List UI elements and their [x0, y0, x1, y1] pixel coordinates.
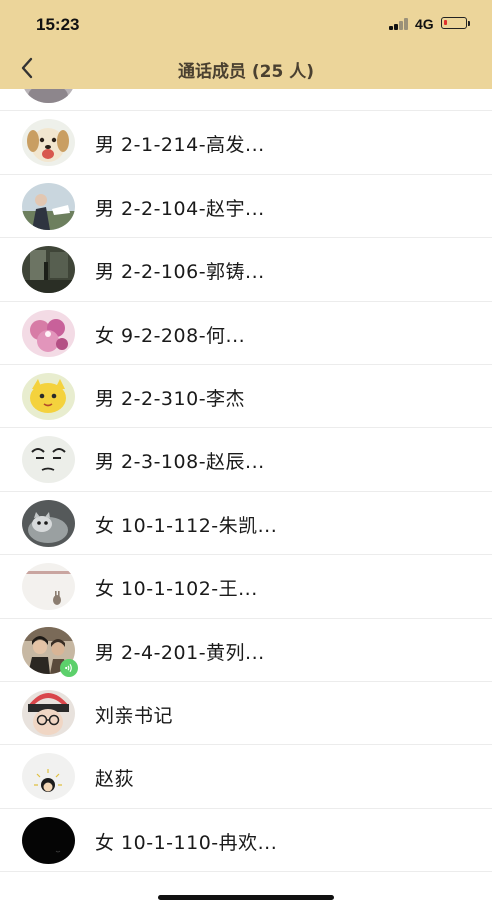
puppy-avatar-icon [22, 119, 75, 167]
member-name: 男 2-2-310-李杰 [95, 387, 246, 410]
member-row[interactable]: 女 10-1-112-朱凯... [0, 492, 492, 556]
member-row[interactable] [0, 89, 492, 112]
grey-face-avatar-icon [22, 89, 75, 103]
member-name: 女 10-1-112-朱凯... [95, 514, 278, 537]
member-name: 男 2-4-201-黄列... [95, 641, 265, 664]
member-row[interactable]: 女 9-2-208-何... [0, 302, 492, 365]
member-name: 男 2-2-106-郭铸... [95, 261, 265, 284]
member-row[interactable]: 男 2-1-214-高发... [0, 111, 492, 175]
member-row[interactable]: 赵荻 [0, 745, 492, 809]
sound-wave-icon [65, 663, 72, 672]
member-name: 女 10-1-110-冉欢... [95, 831, 278, 854]
black-circle-avatar-icon [22, 816, 75, 864]
status-bar: 15:23 4G [0, 0, 492, 48]
cartoon-sun-avatar-icon [22, 753, 75, 801]
battery-icon [441, 17, 467, 29]
member-name: 刘亲书记 [95, 704, 174, 727]
cat-avatar-icon [22, 499, 75, 547]
member-name: 女 9-2-208-何... [95, 324, 246, 347]
member-row[interactable]: 男 2-3-108-赵辰... [0, 428, 492, 492]
person-outdoor-avatar-icon [22, 182, 75, 230]
page-title: 通话成员 (25 人) [177, 62, 315, 82]
member-row[interactable]: 男 2-2-104-赵宇... [0, 175, 492, 239]
status-time: 15:23 [36, 15, 80, 34]
member-row[interactable]: 女 10-1-110-冉欢... [0, 809, 492, 873]
member-name: 男 2-2-104-赵宇... [95, 197, 265, 220]
member-row[interactable]: 男 2-2-106-郭铸... [0, 238, 492, 302]
bottom-safe-area [0, 879, 492, 908]
speaking-indicator [60, 658, 78, 677]
member-row[interactable]: 刘亲书记 [0, 682, 492, 746]
member-list[interactable]: 男 2-1-214-高发... 男 2-2-104-赵宇... 男 2-2-10… [0, 89, 492, 879]
call-members-screen: 15:23 4G 通话成员 (25 人) 男 2-1-214-高发... 男 2… [0, 0, 492, 908]
battery-cap [468, 21, 470, 26]
network-label: 4G [415, 16, 434, 32]
member-name: 男 2-1-214-高发... [95, 134, 265, 157]
member-row[interactable]: 男 2-4-201-黄列... [0, 619, 492, 682]
home-indicator[interactable] [158, 895, 334, 900]
signal-strength-icon [389, 18, 413, 30]
pink-flower-avatar-icon [22, 309, 75, 357]
member-name: 赵荻 [95, 768, 135, 791]
member-name: 男 2-3-108-赵辰... [95, 451, 265, 474]
member-row[interactable]: 女 10-1-102-王... [0, 555, 492, 619]
rabbit-avatar-icon [22, 563, 75, 611]
yellow-cartoon-avatar-icon [22, 372, 75, 420]
member-row[interactable]: 男 2-2-310-李杰 [0, 365, 492, 429]
header: 15:23 4G 通话成员 (25 人) [0, 0, 492, 89]
child-glasses-avatar-icon [22, 689, 75, 737]
nav-bar: 通话成员 (25 人) [0, 48, 492, 89]
dark-room-avatar-icon [22, 246, 75, 294]
member-name: 女 10-1-102-王... [95, 578, 258, 601]
sketch-face-avatar-icon [22, 436, 75, 484]
